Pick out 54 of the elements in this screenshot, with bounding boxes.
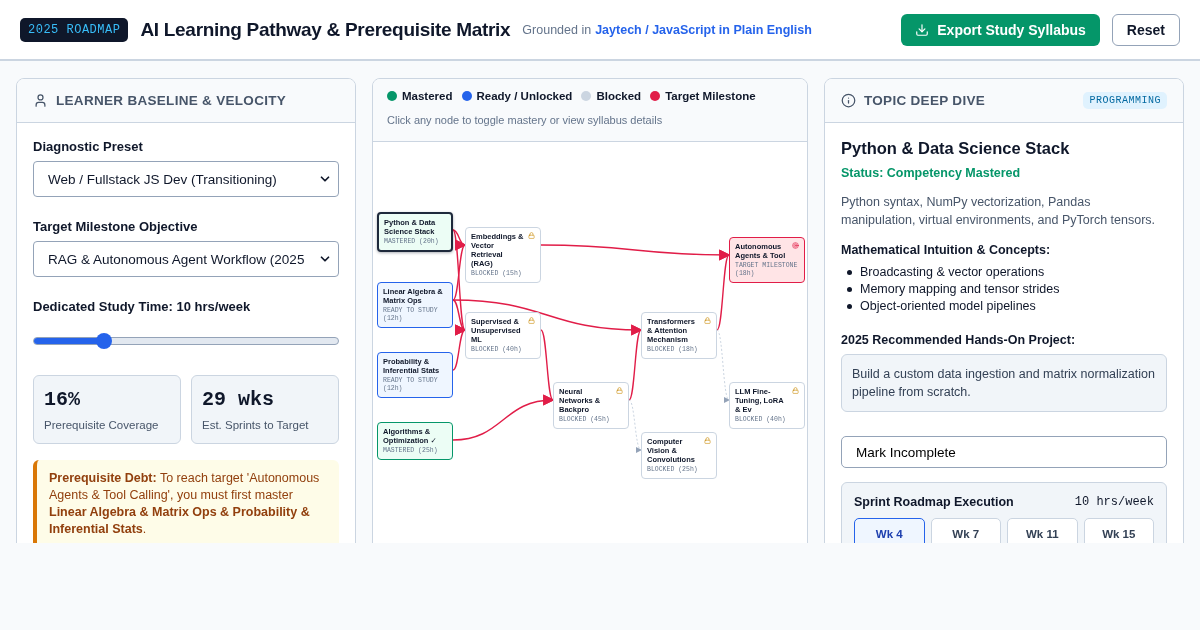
stat-label: Est. Sprints to Target <box>202 419 310 431</box>
roadmap-badge: 2025 ROADMAP <box>20 17 129 42</box>
page-title: AI Learning Pathway & Prerequisite Matrix <box>140 18 511 41</box>
sprint-title: Sprint Roadmap Execution <box>854 495 1014 509</box>
lock-icon <box>704 437 711 444</box>
project-card: Build a custom data ingestion and matrix normalization pipeline from scratch. <box>841 354 1167 412</box>
graph-hint: Click any node to toggle mastery or view syllabus details <box>387 114 664 126</box>
topic-title: Python & Data Science Stack <box>841 139 1071 158</box>
lock-icon <box>616 387 623 394</box>
slider-thumb[interactable] <box>95 333 112 349</box>
week-button[interactable]: Wk 11 <box>1007 518 1078 543</box>
legend-item: Mastered <box>387 90 453 102</box>
panel-title: LEARNER BASELINE & VELOCITY <box>56 93 287 108</box>
preset-select[interactable]: Web / Fullstack JS Dev (Transitioning) <box>33 161 339 197</box>
lock-icon <box>704 317 711 324</box>
category-badge: PROGRAMMING <box>1083 92 1167 109</box>
download-icon <box>915 22 930 37</box>
concept-item: Object-oriented model pipelines <box>860 298 1036 315</box>
field-label: Diagnostic Preset <box>33 139 144 154</box>
section-heading: Mathematical Intuition & Concepts: <box>841 243 1052 257</box>
mastery-toggle-button[interactable]: Mark Incomplete <box>841 436 1167 468</box>
topic-status: Status: Competency Mastered <box>841 166 1022 180</box>
week-button[interactable]: Wk 7 <box>930 518 1001 543</box>
field-label: Dedicated Study Time: 10 hrs/week <box>33 299 252 314</box>
field-label: Target Milestone Objective <box>33 219 199 234</box>
concept-item: Broadcasting & vector operations <box>860 264 1045 281</box>
reset-button[interactable]: Reset <box>1111 13 1180 46</box>
source-prefix: Grounded in <box>522 22 592 37</box>
prerequisite-alert: Prerequisite Debt: To reach target 'Autonomous Agents & Tool Calling', you must first master Linear Algebra & Matrix Ops & Probability & Inferential Stats. <box>33 460 339 543</box>
legend-item: Blocked <box>581 90 642 102</box>
stat-value: 16% <box>44 388 81 411</box>
section-heading: 2025 Recommended Hands-On Project: <box>841 333 1077 347</box>
target-select[interactable]: RAG & Autonomous Agent Workflow (2025 <box>33 241 339 277</box>
bullet-icon <box>847 270 852 275</box>
stat-label: Prerequisite Coverage <box>44 419 160 431</box>
source-link[interactable]: Jaytech / JavaScript in Plain English <box>595 22 812 37</box>
topic-description: Python syntax, NumPy vectorization, Pandas manipulation, virtual environments, and PyTorch tensors. <box>841 194 1157 229</box>
week-button[interactable]: Wk 15 <box>1083 518 1154 543</box>
lock-icon <box>792 387 799 394</box>
bullet-icon <box>847 304 852 309</box>
stat-value: 29 wks <box>202 388 275 411</box>
panel-title: TOPIC DEEP DIVE <box>864 93 986 108</box>
legend-item: Target Milestone <box>650 90 756 102</box>
bullet-icon <box>847 287 852 292</box>
info-icon <box>841 93 856 108</box>
legend-item: Ready / Unlocked <box>461 90 573 102</box>
lock-icon <box>528 232 535 239</box>
user-icon <box>33 93 48 108</box>
lock-icon <box>528 317 535 324</box>
target-icon <box>792 242 799 249</box>
week-button[interactable]: Wk 4 <box>854 518 925 543</box>
export-button[interactable]: Export Study Syllabus <box>901 13 1100 46</box>
concept-item: Memory mapping and tensor strides <box>860 281 1060 298</box>
sprint-rate: 10 hrs/week <box>1074 495 1154 509</box>
